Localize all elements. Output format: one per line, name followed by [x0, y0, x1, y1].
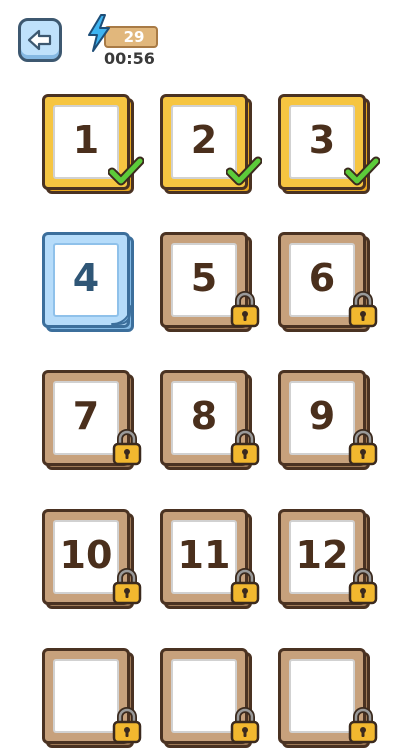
padlock-icon — [112, 567, 142, 609]
padlock-icon — [230, 428, 260, 470]
level-card-2[interactable]: 2 — [160, 94, 263, 198]
checkmark-icon — [225, 156, 263, 190]
level-card-12[interactable]: 12 — [278, 509, 378, 613]
level-card-10[interactable]: 10 — [42, 509, 142, 613]
checkmark-icon — [107, 156, 145, 190]
level-card-6[interactable]: 6 — [278, 232, 378, 336]
padlock-icon — [348, 706, 378, 748]
padlock-icon — [230, 706, 260, 748]
level-card-11[interactable]: 11 — [160, 509, 260, 613]
level-card-1[interactable]: 1 — [42, 94, 145, 198]
level-card-5[interactable]: 5 — [160, 232, 260, 336]
level-card-7[interactable]: 7 — [42, 370, 142, 474]
padlock-icon — [230, 567, 260, 609]
level-card-slot-14[interactable] — [160, 648, 260, 752]
padlock-icon — [348, 428, 378, 470]
checkmark-icon — [343, 156, 381, 190]
page-curl-icon — [110, 304, 132, 330]
padlock-icon — [112, 428, 142, 470]
level-card-3[interactable]: 3 — [278, 94, 381, 198]
level-card-8[interactable]: 8 — [160, 370, 260, 474]
padlock-icon — [230, 290, 260, 332]
padlock-icon — [348, 290, 378, 332]
level-card-slot-13[interactable] — [42, 648, 142, 752]
level-card-4[interactable]: 4 — [42, 232, 142, 336]
level-grid: 1 2 3 4 5 6 7 8 9 10 11 12 — [0, 0, 400, 748]
padlock-icon — [112, 706, 142, 748]
level-card-slot-15[interactable] — [278, 648, 378, 752]
level-card-9[interactable]: 9 — [278, 370, 378, 474]
padlock-icon — [348, 567, 378, 609]
